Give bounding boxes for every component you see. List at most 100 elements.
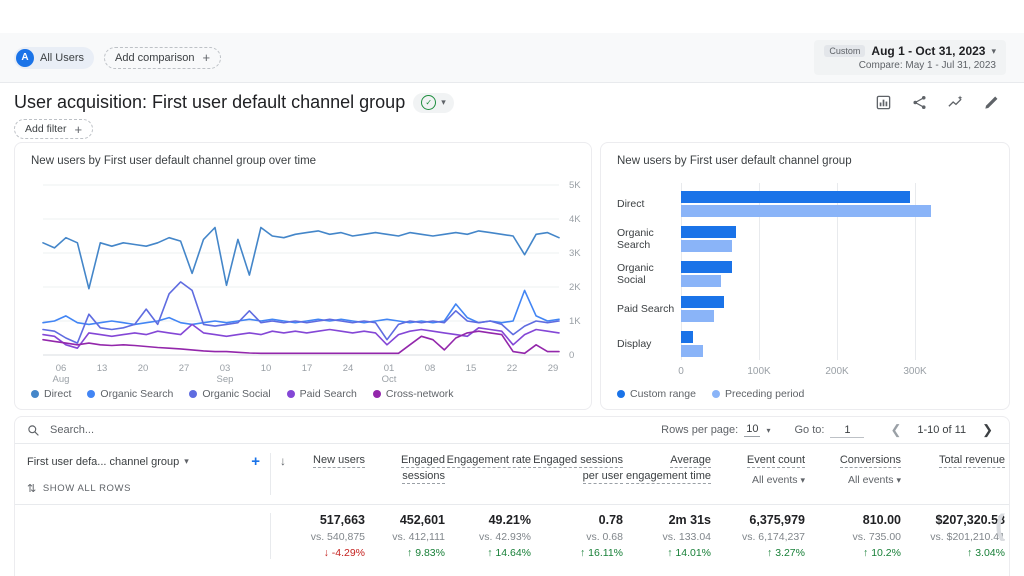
previous-page-chevron-icon[interactable]: ❮ <box>886 422 905 438</box>
column-header-new-users[interactable]: New users <box>295 453 365 495</box>
totals-cell: $207,320.58vs. $201,210.41↑ 3.04% <box>901 513 1005 559</box>
add-filter-button[interactable]: Add filter + <box>14 119 93 139</box>
totals-cell: 6,375,979vs. 6,174,237↑ 3.27% <box>711 513 805 559</box>
line-chart-legend: DirectOrganic SearchOrganic SocialPaid S… <box>31 388 454 400</box>
column-header-engaged-sessions[interactable]: Engaged sessions <box>365 453 445 495</box>
column-header-label[interactable]: Conversions <box>840 454 901 468</box>
x-axis-tick: 10 <box>261 363 272 374</box>
totals-value: 517,663 <box>295 513 365 527</box>
column-header-engagement-rate[interactable]: Engagement rate <box>445 453 531 495</box>
x-axis-tick-month: Oct <box>382 374 397 385</box>
line-chart-title: New users by First user default channel … <box>31 155 575 167</box>
bar-category-label: Paid Search <box>617 303 681 315</box>
check-circle-icon: ✓ <box>421 95 436 110</box>
bar-category-label: Direct <box>617 198 681 210</box>
column-header-average-engagement-time[interactable]: Average engagement time <box>623 453 711 495</box>
bar-preceding-period <box>681 275 721 287</box>
column-header-label[interactable]: Engaged sessions <box>401 454 445 484</box>
comparison-bar: A All Users Add comparison + Custom Aug … <box>0 33 1024 83</box>
edit-icon[interactable] <box>982 94 1000 112</box>
add-comparison-button[interactable]: Add comparison + <box>104 47 221 69</box>
column-header-conversions[interactable]: Conversions All events ▾ <box>805 453 901 495</box>
share-icon[interactable] <box>910 94 928 112</box>
next-page-chevron-icon[interactable]: ❯ <box>978 422 997 438</box>
totals-delta: ↑ 16.11% <box>531 547 623 559</box>
go-to-label: Go to: <box>794 424 824 436</box>
date-range-selector[interactable]: Custom Aug 1 - Oct 31, 2023 ▾ Compare: M… <box>814 40 1006 75</box>
bar-preceding-period <box>681 205 931 217</box>
audience-avatar-icon: A <box>16 49 34 67</box>
sort-descending-icon[interactable]: ↓ <box>271 453 295 495</box>
bar-x-axis-tick: 100K <box>747 366 770 377</box>
x-axis-tick: 01 <box>384 363 395 374</box>
all-users-chip[interactable]: A All Users <box>14 47 94 69</box>
bar-row: Organic Search <box>617 226 993 252</box>
search-input[interactable] <box>48 423 272 437</box>
totals-delta: ↑ 3.27% <box>711 547 805 559</box>
totals-vs-value: vs. 735.00 <box>805 531 901 543</box>
bar-custom-range <box>681 296 724 308</box>
column-header-label[interactable]: New users <box>313 454 365 468</box>
customize-report-icon[interactable] <box>874 94 892 112</box>
totals-delta: ↑ 9.83% <box>365 547 445 559</box>
column-filter-dropdown[interactable]: All events ▾ <box>711 473 805 488</box>
x-axis-tick: 08 <box>425 363 436 374</box>
bar-pair <box>681 226 993 252</box>
chevron-down-icon: ▾ <box>441 97 446 108</box>
totals-vs-value: vs. 0.68 <box>531 531 623 543</box>
report-status-chip[interactable]: ✓ ▾ <box>413 93 454 113</box>
totals-cell: 810.00vs. 735.00↑ 10.2% <box>805 513 901 559</box>
y-axis-tick: 1K <box>569 316 581 327</box>
rows-per-page-select[interactable]: 10 <box>744 423 760 437</box>
bar-chart-legend: Custom range Preceding period <box>617 388 804 400</box>
bar-pair <box>681 191 993 217</box>
legend-item: Custom range <box>617 388 696 400</box>
column-header-total-revenue[interactable]: Total revenue <box>901 453 1005 495</box>
search-icon <box>27 424 40 437</box>
chevron-down-icon[interactable]: ▾ <box>766 426 770 435</box>
legend-item: Organic Social <box>189 388 270 400</box>
column-filter-dropdown[interactable]: All events ▾ <box>805 473 901 488</box>
bar-custom-range <box>681 261 732 273</box>
go-to-page-input[interactable] <box>830 423 864 438</box>
bar-preceding-period <box>681 240 732 252</box>
insights-icon[interactable] <box>946 94 964 112</box>
date-custom-badge: Custom <box>824 45 865 57</box>
x-axis-tick: 20 <box>138 363 149 374</box>
bar-custom-range <box>681 331 693 343</box>
totals-cell: 452,601vs. 412,111↑ 9.83% <box>365 513 445 559</box>
line-series-organic-search <box>43 290 559 324</box>
table-scroll-hint-icon[interactable]: ( <box>995 509 1005 543</box>
totals-value: 0.78 <box>531 513 623 527</box>
totals-spacer <box>271 513 295 559</box>
bar-chart-title: New users by First user default channel … <box>617 155 993 167</box>
column-header-engaged-sessions-per-user[interactable]: Engaged sessions per user <box>531 453 623 495</box>
totals-vs-value: vs. 42.93% <box>445 531 531 543</box>
line-series-organic-social <box>43 282 559 343</box>
column-header-label[interactable]: Engagement rate <box>447 454 531 468</box>
dimension-dropdown[interactable]: First user defa... channel group <box>27 456 179 468</box>
bar-chart: DirectOrganic SearchOrganic SocialPaid S… <box>617 191 993 380</box>
legend-dot-icon <box>189 390 197 398</box>
x-axis-tick: 22 <box>507 363 518 374</box>
column-header-event-count[interactable]: Event count All events ▾ <box>711 453 805 495</box>
show-all-rows-button[interactable]: ⇅ SHOW ALL ROWS <box>27 482 260 495</box>
add-dimension-button[interactable]: + <box>251 453 260 470</box>
legend-dot-icon <box>287 390 295 398</box>
legend-label: Custom range <box>630 388 696 400</box>
column-header-label[interactable]: Average engagement time <box>626 454 711 484</box>
column-header-label[interactable]: Engaged sessions per user <box>533 454 623 484</box>
add-comparison-label: Add comparison <box>115 52 195 64</box>
date-range-value: Aug 1 - Oct 31, 2023 <box>871 44 985 58</box>
legend-label: Direct <box>44 388 71 400</box>
column-header-label[interactable]: Event count <box>747 454 805 468</box>
swap-vertical-icon: ⇅ <box>27 482 37 495</box>
column-header-label[interactable]: Total revenue <box>939 454 1005 468</box>
legend-item: Cross-network <box>373 388 454 400</box>
totals-value: 810.00 <box>805 513 901 527</box>
bar-chart-x-axis: 0100K200K300K <box>681 366 993 380</box>
legend-dot-icon <box>31 390 39 398</box>
chevron-down-icon[interactable]: ▾ <box>184 456 189 467</box>
legend-label: Preceding period <box>725 388 804 400</box>
x-axis-tick: 24 <box>343 363 354 374</box>
